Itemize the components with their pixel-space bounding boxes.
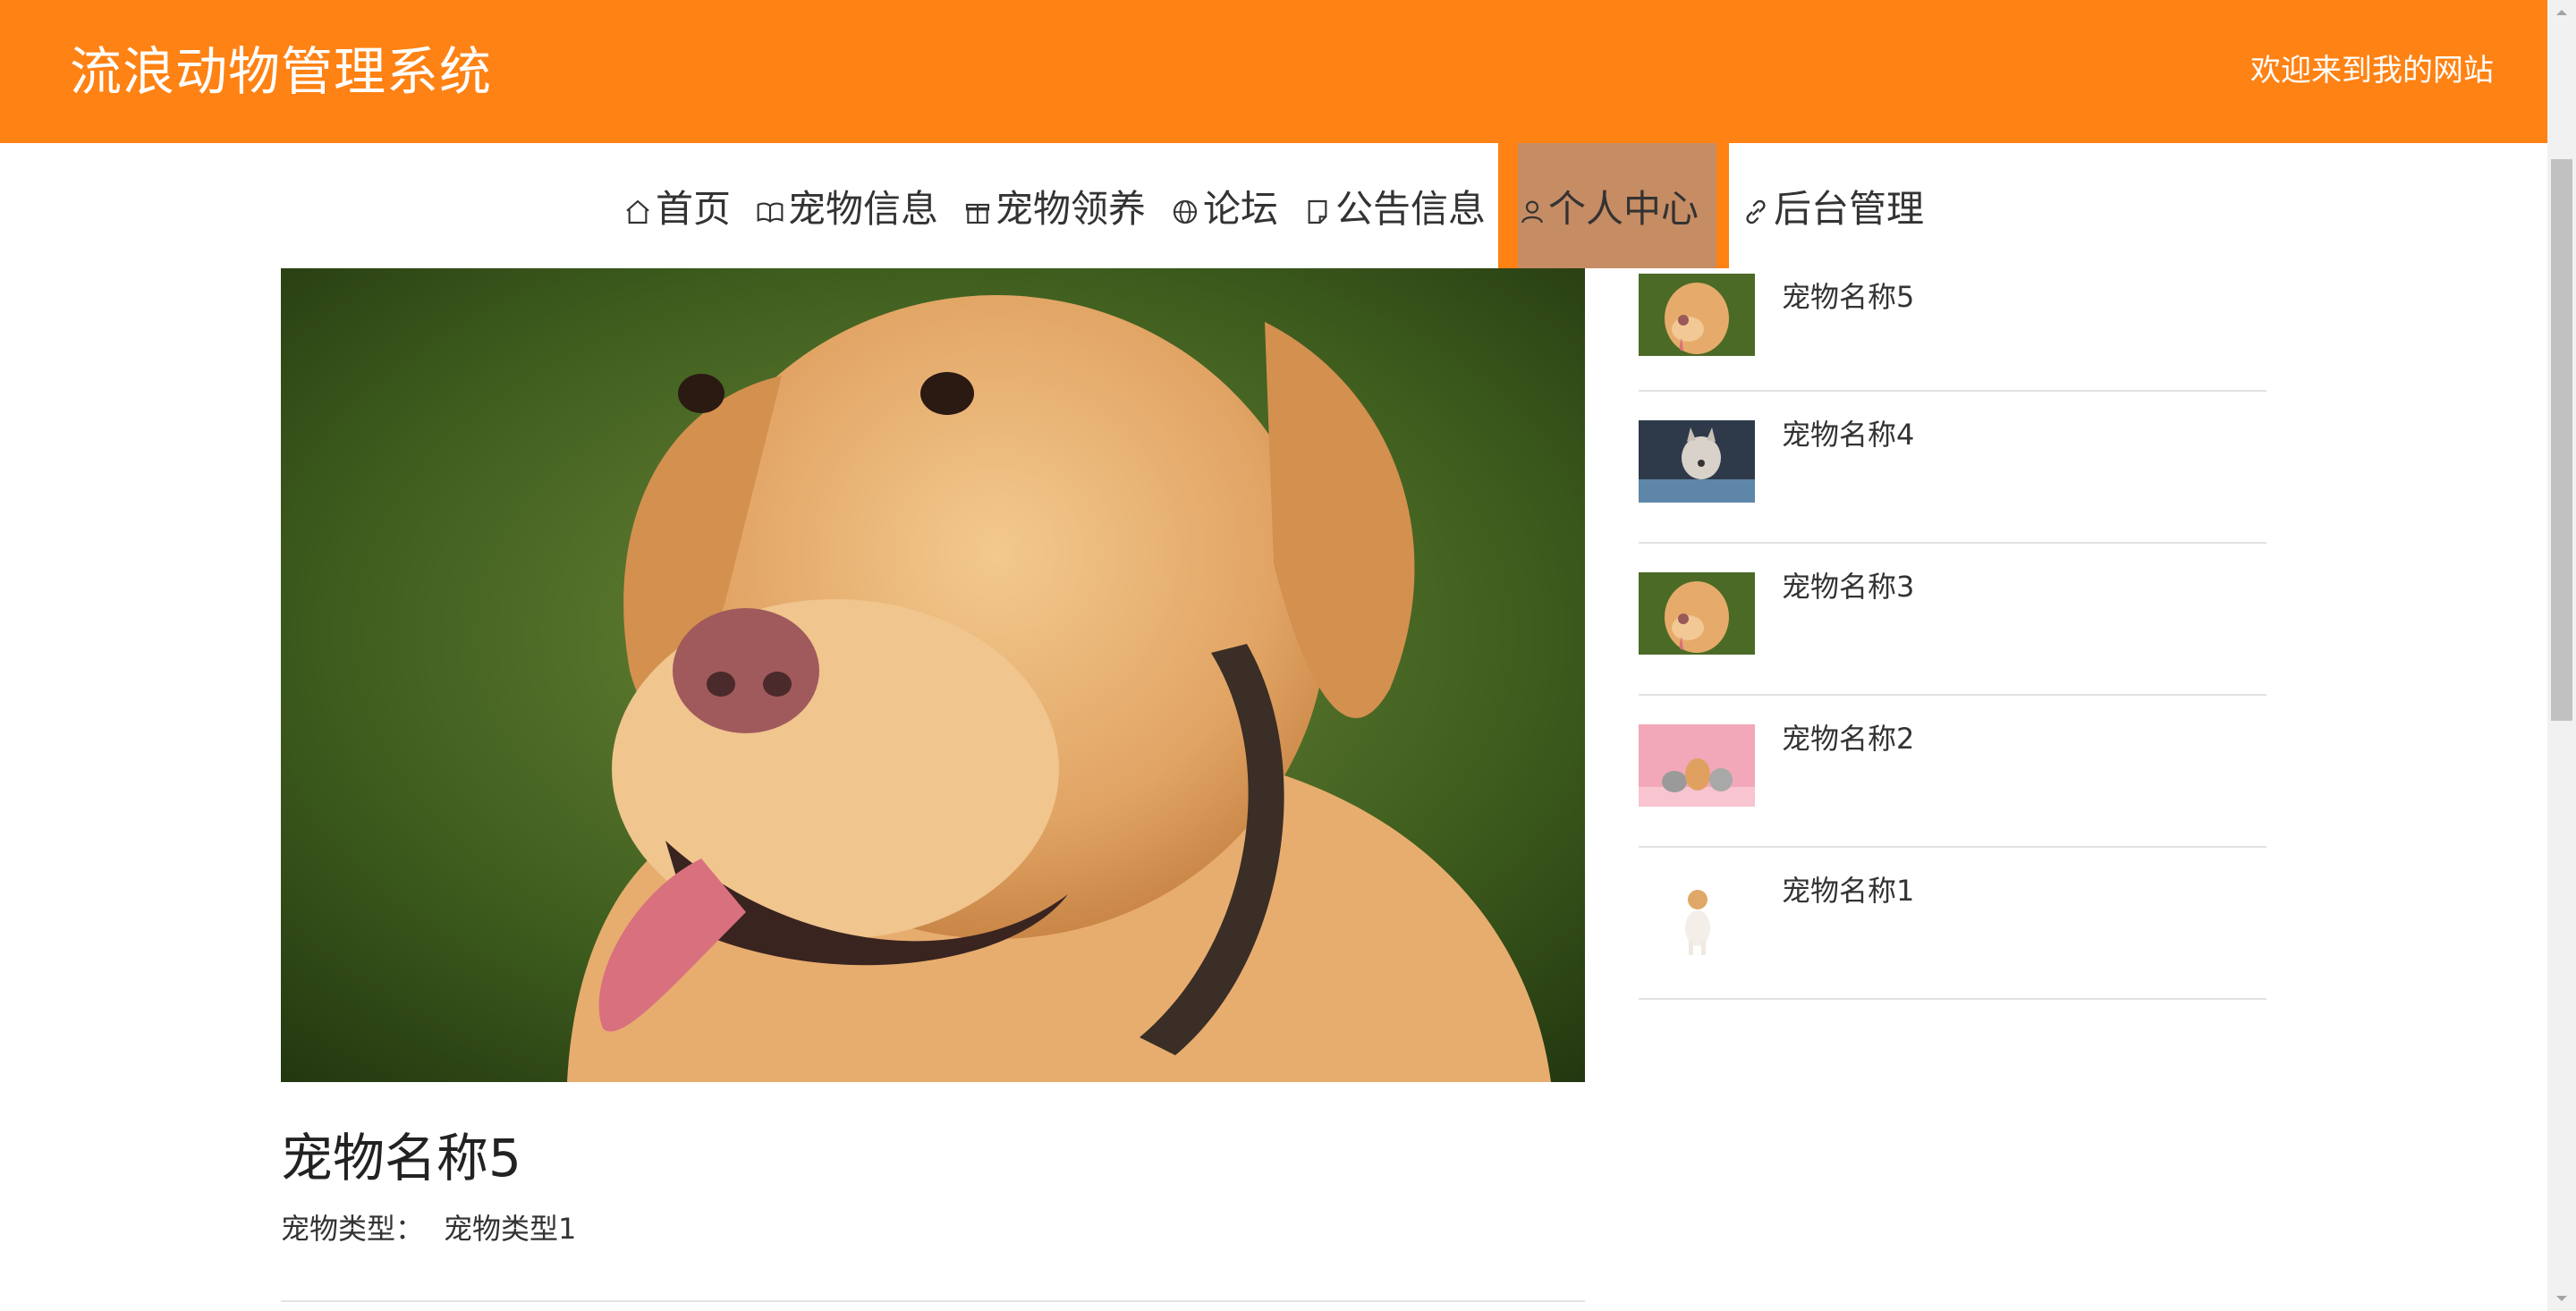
home-icon [623, 191, 652, 224]
nav-item-forum[interactable]: 论坛 [1158, 143, 1291, 268]
pet-type-row: 宠物类型： 宠物类型1 [281, 1209, 576, 1248]
pet-name-link[interactable]: 宠物名称1 [1782, 871, 1914, 910]
pet-thumbnail[interactable] [1639, 724, 1755, 807]
book-icon [756, 191, 784, 224]
pet-thumbnail[interactable] [1639, 274, 1755, 356]
nav-label: 首页 [655, 186, 731, 231]
note-icon [1303, 191, 1332, 224]
nav-item-pet-info[interactable]: 宠物信息 [743, 143, 951, 268]
list-item[interactable]: 宠物名称1 [1639, 848, 2267, 1000]
pet-name-title: 宠物名称5 [281, 1128, 521, 1188]
pet-type-label: 宠物类型： [281, 1212, 425, 1246]
header-bar: 流浪动物管理系统 欢迎来到我的网站 [0, 0, 2547, 143]
scroll-down-icon[interactable] [2551, 1290, 2572, 1307]
nav-item-home[interactable]: 首页 [611, 143, 743, 268]
nav-item-admin[interactable]: 后台管理 [1729, 143, 1936, 268]
page: 流浪动物管理系统 欢迎来到我的网站 首页 宠物信息 宠物领养 论坛 公告信息 个… [0, 0, 2576, 1311]
globe-icon [1171, 191, 1199, 224]
user-icon [1518, 191, 1546, 224]
list-item[interactable]: 宠物名称5 [1639, 268, 2267, 392]
divider [281, 1300, 1585, 1302]
nav-label: 个人中心 [1548, 186, 1699, 231]
pet-name-link[interactable]: 宠物名称2 [1782, 719, 1914, 758]
list-item[interactable]: 宠物名称3 [1639, 544, 2267, 696]
pet-thumbnail[interactable] [1639, 876, 1755, 959]
pet-type-value: 宠物类型1 [444, 1212, 577, 1246]
pet-name-link[interactable]: 宠物名称5 [1782, 277, 1914, 317]
list-item[interactable]: 宠物名称4 [1639, 392, 2267, 544]
pet-main-image [281, 268, 1585, 1082]
pet-name-link[interactable]: 宠物名称4 [1782, 415, 1914, 454]
nav-label: 论坛 [1202, 186, 1278, 231]
nav-label: 宠物信息 [787, 186, 938, 231]
nav-item-personal-center[interactable]: 个人中心 [1498, 143, 1730, 268]
scrollbar-thumb[interactable] [2551, 159, 2572, 721]
nav-label: 后台管理 [1774, 186, 1925, 231]
link-icon [1741, 191, 1770, 224]
site-title: 流浪动物管理系统 [70, 41, 493, 102]
nav-item-adoption[interactable]: 宠物领养 [951, 143, 1158, 268]
pet-name-link[interactable]: 宠物名称3 [1782, 567, 1914, 606]
nav-label: 公告信息 [1335, 186, 1487, 231]
pet-thumbnail[interactable] [1639, 420, 1755, 503]
welcome-text: 欢迎来到我的网站 [2250, 53, 2494, 89]
main-nav: 首页 宠物信息 宠物领养 论坛 公告信息 个人中心 后台管理 [0, 143, 2547, 268]
nav-item-notices[interactable]: 公告信息 [1291, 143, 1498, 268]
scroll-up-icon[interactable] [2551, 4, 2572, 21]
nav-label: 宠物领养 [995, 186, 1146, 231]
pet-side-list: 宠物名称5 宠物名称4 宠物名称3 宠物名称2 宠物名称1 [1639, 268, 2267, 1000]
gift-icon [963, 191, 992, 224]
list-item[interactable]: 宠物名称2 [1639, 696, 2267, 848]
pet-thumbnail[interactable] [1639, 572, 1755, 655]
